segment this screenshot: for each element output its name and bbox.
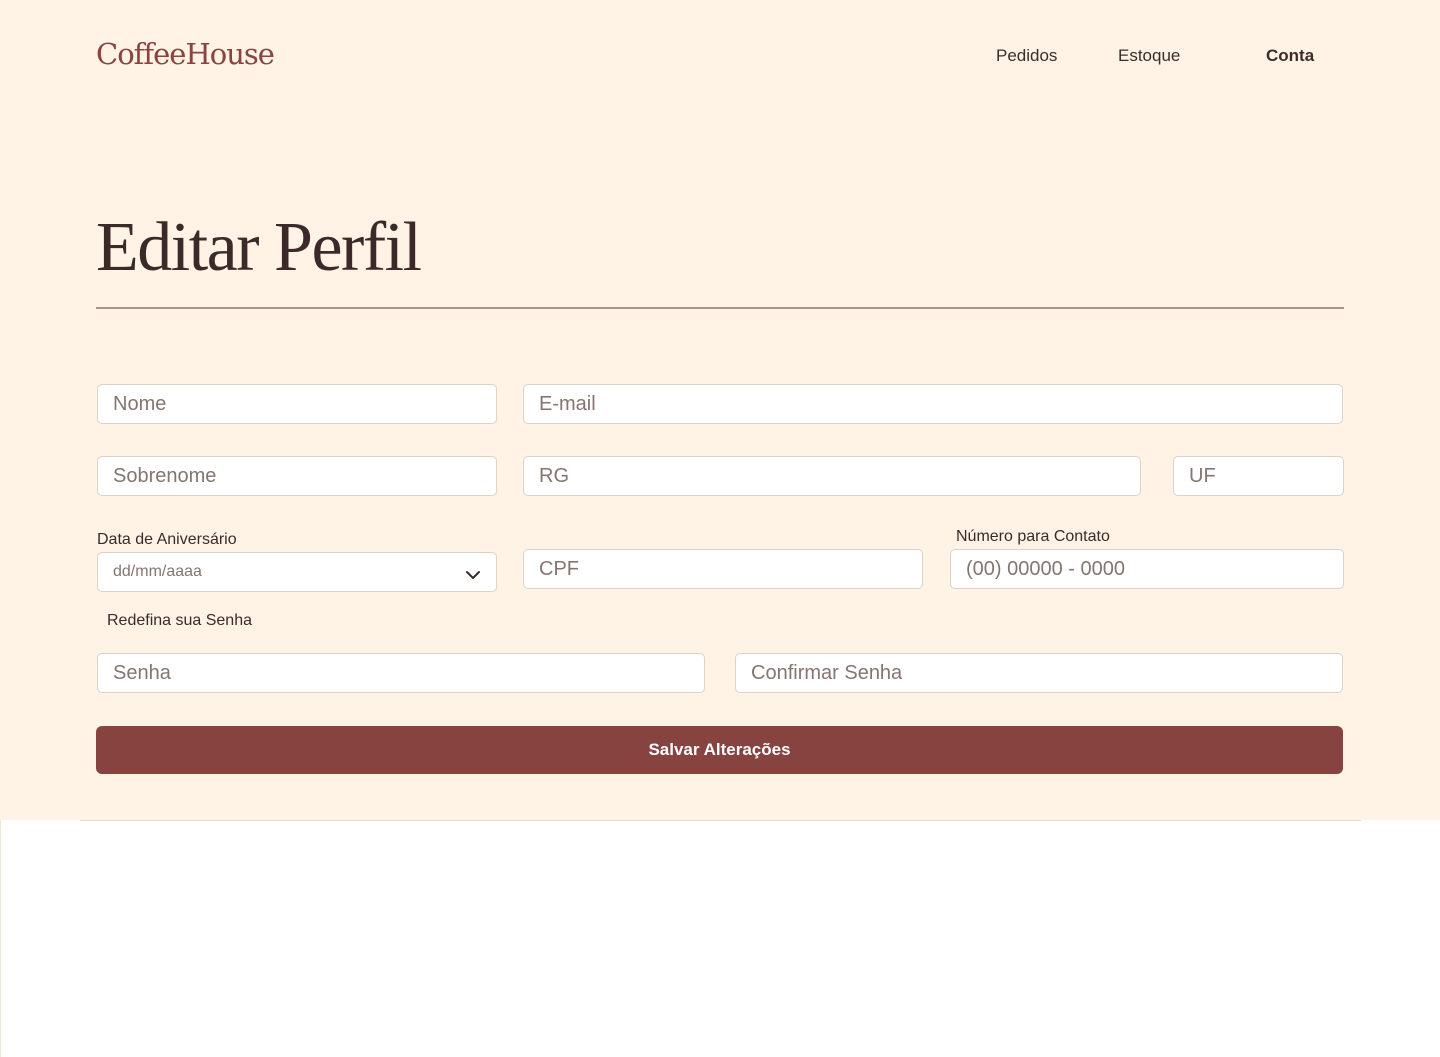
rg-input[interactable]	[523, 456, 1141, 496]
nav-item-conta[interactable]: Conta	[1266, 45, 1314, 67]
nome-input[interactable]	[97, 384, 497, 424]
password-section-label: Redefina sua Senha	[107, 612, 252, 629]
left-edge-line	[0, 820, 1, 1057]
page: CoffeeHouse Pedidos Estoque Conta Editar…	[0, 0, 1440, 1057]
birthday-select[interactable]: dd/mm/aaaa	[97, 552, 497, 592]
phone-input[interactable]	[950, 549, 1344, 589]
footer-divider	[80, 820, 1361, 821]
phone-label: Número para Contato	[956, 528, 1110, 545]
logo[interactable]: CoffeeHouse	[96, 34, 275, 74]
title-divider	[96, 307, 1344, 309]
confirmar-senha-input[interactable]	[735, 653, 1343, 693]
nav-item-estoque[interactable]: Estoque	[1118, 45, 1180, 67]
sobrenome-input[interactable]	[97, 456, 497, 496]
page-title: Editar Perfil	[96, 209, 422, 286]
chevron-down-icon	[465, 567, 481, 579]
cpf-input[interactable]	[523, 549, 923, 589]
birthday-value: dd/mm/aaaa	[113, 563, 202, 580]
birthday-label: Data de Aniversário	[97, 531, 237, 548]
nav-item-pedidos[interactable]: Pedidos	[996, 45, 1057, 67]
senha-input[interactable]	[97, 653, 705, 693]
uf-input[interactable]	[1173, 456, 1344, 496]
save-button[interactable]: Salvar Alterações	[96, 726, 1343, 774]
email-input[interactable]	[523, 384, 1343, 424]
hero-section: CoffeeHouse Pedidos Estoque Conta Editar…	[0, 0, 1440, 820]
